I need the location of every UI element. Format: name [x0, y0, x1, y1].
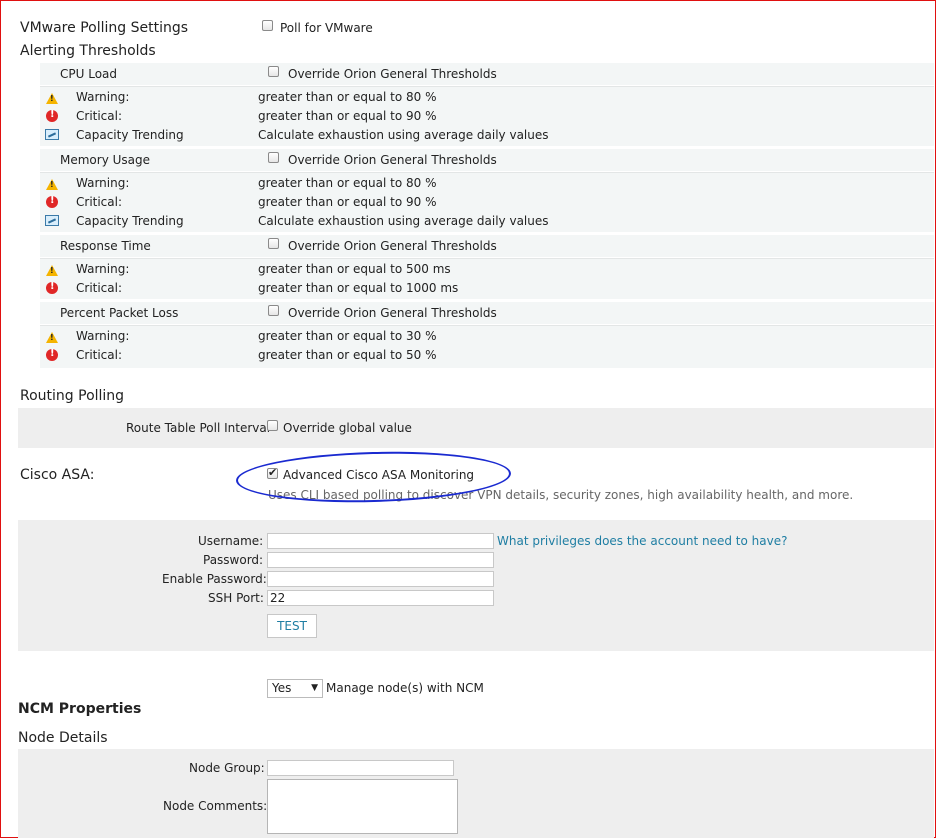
response-warning-label: Warning:	[76, 262, 130, 276]
packet-loss-override-label: Override Orion General Thresholds	[288, 306, 497, 320]
password-input[interactable]	[267, 552, 494, 568]
node-details-block	[18, 749, 934, 838]
warning-icon	[46, 93, 58, 104]
cpu-warning-label: Warning:	[76, 90, 130, 104]
response-time-title: Response Time	[60, 239, 151, 253]
memory-trending-value: Calculate exhaustion using average daily…	[258, 214, 549, 228]
username-label: Username:	[198, 534, 264, 548]
cpu-override-checkbox[interactable]	[268, 66, 279, 77]
node-comments-label: Node Comments:	[163, 799, 268, 813]
packet-loss-thresholds-block	[40, 326, 934, 368]
poll-vmware-label: Poll for VMware	[280, 21, 373, 35]
capacity-trending-icon	[45, 129, 59, 140]
node-comments-textarea[interactable]	[267, 779, 458, 834]
packet-critical-value: greater than or equal to 50 %	[258, 348, 437, 362]
response-thresholds-block	[40, 259, 934, 299]
packet-critical-label: Critical:	[76, 348, 123, 362]
manage-ncm-select-value: Yes	[272, 681, 292, 695]
route-override-label: Override global value	[283, 421, 412, 435]
ssh-port-input[interactable]: 22	[267, 590, 494, 606]
privileges-link[interactable]: What privileges does the account need to…	[497, 534, 787, 548]
node-group-input[interactable]	[267, 760, 454, 776]
packet-loss-override-checkbox[interactable]	[268, 305, 279, 316]
ncm-properties-heading: NCM Properties	[18, 701, 142, 717]
memory-warning-label: Warning:	[76, 176, 130, 190]
route-override-checkbox[interactable]	[267, 420, 278, 431]
response-warning-value: greater than or equal to 500 ms	[258, 262, 451, 276]
cpu-load-title: CPU Load	[60, 67, 117, 81]
alerting-thresholds-heading: Alerting Thresholds	[20, 43, 156, 59]
critical-icon	[46, 195, 58, 208]
capacity-trending-icon	[45, 215, 59, 226]
manage-ncm-label: Manage node(s) with NCM	[326, 681, 484, 695]
memory-critical-value: greater than or equal to 90 %	[258, 195, 437, 209]
packet-loss-title: Percent Packet Loss	[60, 306, 179, 320]
memory-trending-label: Capacity Trending	[76, 214, 184, 228]
warning-icon	[46, 179, 58, 190]
route-table-interval-label: Route Table Poll Interval	[126, 421, 271, 435]
response-override-checkbox[interactable]	[268, 238, 279, 249]
packet-warning-value: greater than or equal to 30 %	[258, 329, 437, 343]
memory-override-checkbox[interactable]	[268, 152, 279, 163]
test-button[interactable]: TEST	[267, 614, 317, 638]
cpu-critical-value: greater than or equal to 90 %	[258, 109, 437, 123]
routing-polling-heading: Routing Polling	[20, 388, 125, 404]
response-critical-value: greater than or equal to 1000 ms	[258, 281, 459, 295]
node-group-label: Node Group:	[189, 761, 265, 775]
cpu-trending-label: Capacity Trending	[76, 128, 184, 142]
memory-usage-title: Memory Usage	[60, 153, 151, 167]
critical-icon	[46, 348, 58, 361]
warning-icon	[46, 265, 58, 276]
enable-password-label: Enable Password:	[162, 572, 267, 586]
node-details-heading: Node Details	[18, 730, 108, 746]
enable-password-input[interactable]	[267, 571, 494, 587]
critical-icon	[46, 109, 58, 122]
cpu-warning-value: greater than or equal to 80 %	[258, 90, 437, 104]
warning-icon	[46, 332, 58, 343]
poll-vmware-checkbox[interactable]	[262, 20, 273, 31]
ssh-port-label: SSH Port:	[208, 591, 264, 605]
response-critical-label: Critical:	[76, 281, 123, 295]
chevron-down-icon: ▼	[311, 683, 318, 693]
critical-icon	[46, 281, 58, 294]
vmware-heading: VMware Polling Settings	[20, 20, 189, 36]
cisco-asa-heading: Cisco ASA:	[20, 467, 95, 483]
cpu-trending-value: Calculate exhaustion using average daily…	[258, 128, 549, 142]
cpu-override-label: Override Orion General Thresholds	[288, 67, 497, 81]
response-override-label: Override Orion General Thresholds	[288, 239, 497, 253]
memory-override-label: Override Orion General Thresholds	[288, 153, 497, 167]
packet-warning-label: Warning:	[76, 329, 130, 343]
memory-critical-label: Critical:	[76, 195, 123, 209]
username-input[interactable]	[267, 533, 494, 549]
password-label: Password:	[203, 553, 264, 567]
cpu-critical-label: Critical:	[76, 109, 123, 123]
memory-warning-value: greater than or equal to 80 %	[258, 176, 437, 190]
manage-ncm-select[interactable]: Yes ▼	[267, 679, 323, 698]
